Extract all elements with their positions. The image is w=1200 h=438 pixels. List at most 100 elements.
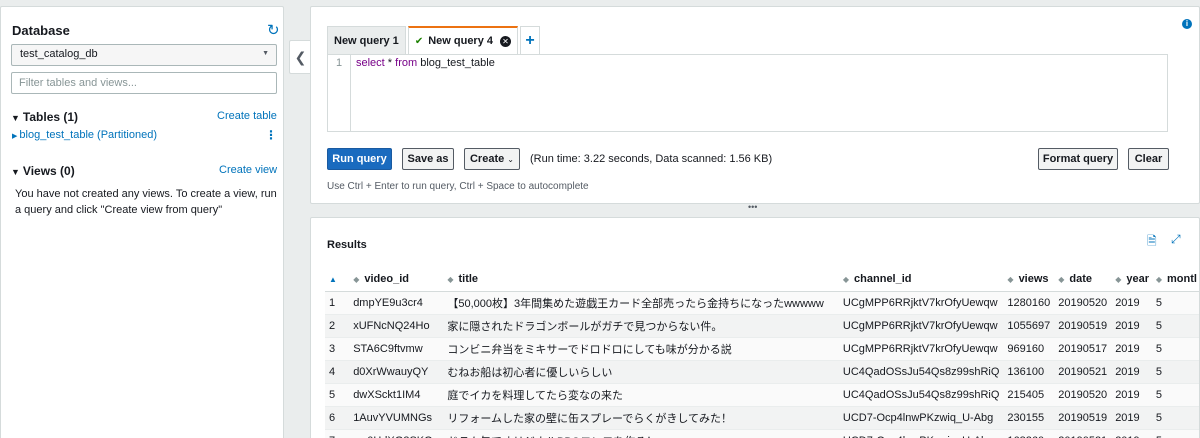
table-cell: 2019 [1111, 290, 1152, 314]
table-cell: 5 [1151, 336, 1199, 360]
table-cell: 969160 [1003, 336, 1055, 360]
table-cell: 【50,000枚】3年間集めた遊戯王カード全部売ったら金持ちになったwwwww [443, 290, 839, 314]
table-cell: 3 [325, 336, 350, 360]
add-tab-button[interactable]: + [520, 26, 541, 54]
info-icon[interactable]: i [1182, 19, 1192, 29]
clear-button[interactable]: Clear [1128, 148, 1169, 170]
download-csv-icon[interactable]: 🗎 [1147, 232, 1157, 253]
save-as-button[interactable]: Save as [402, 148, 454, 170]
column-header-date[interactable]: ◆ date [1054, 267, 1112, 292]
column-header-index[interactable]: ▲ [325, 267, 350, 292]
table-cell: 20190519 [1054, 313, 1112, 337]
query-editor-panel: i New query 1 ✔ New query 4 ✕ + 1 select… [310, 6, 1200, 204]
table-item-blog-test-table[interactable]: ▶ blog_test_table (Partitioned) [12, 129, 157, 141]
views-header[interactable]: ▼ Views (0) [11, 164, 75, 178]
table-cell: 20190520 [1054, 290, 1112, 314]
table-cell: UCD7-Ocp4lnwPKzwiq_U-Abg [838, 405, 1004, 429]
table-cell: 168260 [1003, 428, 1055, 438]
table-cell: 1AuvYVUMNGs [349, 405, 444, 429]
create-view-link[interactable]: Create view [219, 164, 277, 176]
sort-icon: ◆ [1115, 274, 1122, 284]
sort-asc-icon: ▲ [329, 274, 337, 284]
table-cell: 5 [1151, 382, 1199, 406]
table-cell: 家に隠されたドラゴンボールがガチで見つからない件。 [443, 313, 839, 337]
sort-icon: ◆ [1155, 274, 1163, 284]
database-sidebar: Database ↻ test_catalog_db ▼ ▼Tables (1)… [0, 6, 284, 438]
refresh-icon[interactable]: ↻ [267, 21, 280, 39]
column-header-year[interactable]: ◆ year [1111, 267, 1152, 292]
column-header-month[interactable]: ◆ montl [1151, 267, 1199, 292]
close-tab-icon[interactable]: ✕ [500, 35, 512, 47]
table-cell: むねお船は初心者に優しいらしい [443, 359, 839, 383]
tables-header[interactable]: ▼ Tables (1) [11, 110, 78, 124]
expand-icon[interactable]: ⤢ [1171, 232, 1181, 247]
tab-new-query-1[interactable]: New query 1 [327, 26, 406, 54]
table-cell: 6 [325, 405, 350, 429]
table-cell: 1 [325, 290, 350, 314]
table-cell: 20190521 [1054, 428, 1112, 438]
table-cell: 136100 [1003, 359, 1055, 383]
run-query-button[interactable]: Run query [327, 148, 392, 170]
table-cell: リフォームした家の壁に缶スプレーでらくがきしてみた！ [443, 405, 839, 429]
table-cell: ew0HdXG3SKQ [349, 428, 444, 438]
table-cell: 20190517 [1054, 336, 1112, 360]
format-query-button[interactable]: Format query [1038, 148, 1118, 170]
column-header-video-id[interactable]: ◆ video_id [349, 267, 444, 292]
table-cell: UCgMPP6RRjktV7krOfyUewqw [838, 336, 1004, 360]
tab-new-query-4[interactable]: ✔ New query 4 ✕ [407, 26, 519, 54]
table-cell: UC4QadOSsJu54Qs8z99shRiQ [838, 382, 1004, 406]
table-cell: STA6C9ftvmw [349, 336, 444, 360]
filter-input[interactable] [11, 72, 277, 94]
sort-icon: ◆ [447, 274, 454, 284]
table-cell: コンビニ弁当をミキサーでドロドロにしても味が分かる説 [443, 336, 839, 360]
create-label: Create [469, 153, 505, 165]
table-cell: xUFNcNQ24Ho [349, 313, 444, 337]
table-cell: 7 [325, 428, 350, 438]
table-row: 5 dwXSckt1IM4 庭でイカを料理してたら変なの来た UC4QadOSsJu5… [325, 382, 1199, 406]
views-header-label: Views (0) [22, 164, 75, 178]
table-cell: 215405 [1003, 382, 1055, 406]
sort-icon: ◆ [1007, 274, 1014, 284]
table-cell: dwXSckt1IM4 [349, 382, 444, 406]
table-cell: 1280160 [1003, 290, 1055, 314]
table-row: 2 xUFNcNQ24Ho 家に隠されたドラゴンボールがガチで見つからない件。 UCg… [325, 313, 1199, 337]
table-cell: 5 [325, 382, 350, 406]
kebab-menu-icon[interactable]: ⋮ [265, 128, 277, 142]
table-cell: 2 [325, 313, 350, 337]
collapse-sidebar-button[interactable]: ❮ [289, 40, 311, 74]
caret-right-icon: ▶ [12, 133, 18, 140]
table-cell: UC4QadOSsJu54Qs8z99shRiQ [838, 359, 1004, 383]
table-cell: 5 [1151, 428, 1199, 438]
table-cell: 5 [1151, 405, 1199, 429]
table-cell: 20190521 [1054, 359, 1112, 383]
sort-icon: ◆ [353, 274, 360, 284]
table-row: 1 dmpYE9u3cr4 【50,000枚】3年間集めた遊戯王カード全部売ったら金… [325, 290, 1199, 314]
chevron-down-icon: ▼ [262, 50, 269, 57]
results-title: Results [327, 239, 367, 251]
table-row: 6 1AuvYVUMNGs リフォームした家の壁に缶スプレーでらくがきしてみた！ UC… [325, 405, 1199, 429]
sort-icon: ◆ [1058, 274, 1065, 284]
column-header-title[interactable]: ◆ title [443, 267, 839, 292]
create-dropdown-button[interactable]: Create ⌄ [464, 148, 520, 170]
database-select[interactable]: test_catalog_db ▼ [11, 44, 277, 66]
sidebar-title: Database [12, 23, 70, 38]
table-cell: UCgMPP6RRjktV7krOfyUewqw [838, 313, 1004, 337]
caret-down-icon: ▼ [11, 113, 20, 123]
table-row: 3 STA6C9ftvmw コンビニ弁当をミキサーでドロドロにしても味が分かる説 UC… [325, 336, 1199, 360]
table-cell: UCgMPP6RRjktV7krOfyUewqw [838, 290, 1004, 314]
views-empty-message: You have not created any views. To creat… [15, 188, 277, 216]
create-table-link[interactable]: Create table [217, 110, 277, 122]
table-cell: 庭でイカを料理してたら変なの来た [443, 382, 839, 406]
query-tabs: New query 1 ✔ New query 4 ✕ + [327, 26, 541, 54]
column-header-channel-id[interactable]: ◆ channel_id [838, 267, 1004, 292]
table-cell: 4 [325, 359, 350, 383]
table-cell: 2019 [1111, 336, 1152, 360]
table-cell: 2019 [1111, 313, 1152, 337]
sql-editor[interactable]: 1 select * from blog_test_table [327, 54, 1168, 132]
caret-down-icon: ▼ [11, 167, 20, 177]
table-row: 4 d0XrWwauyQY むねお船は初心者に優しいらしい UC4QadOSsJu54… [325, 359, 1199, 383]
database-select-value: test_catalog_db [20, 48, 98, 60]
column-header-views[interactable]: ◆ views [1003, 267, 1055, 292]
keyboard-hint: Use Ctrl + Enter to run query, Ctrl + Sp… [327, 181, 589, 192]
resize-handle-icon[interactable]: ••• [748, 202, 757, 212]
